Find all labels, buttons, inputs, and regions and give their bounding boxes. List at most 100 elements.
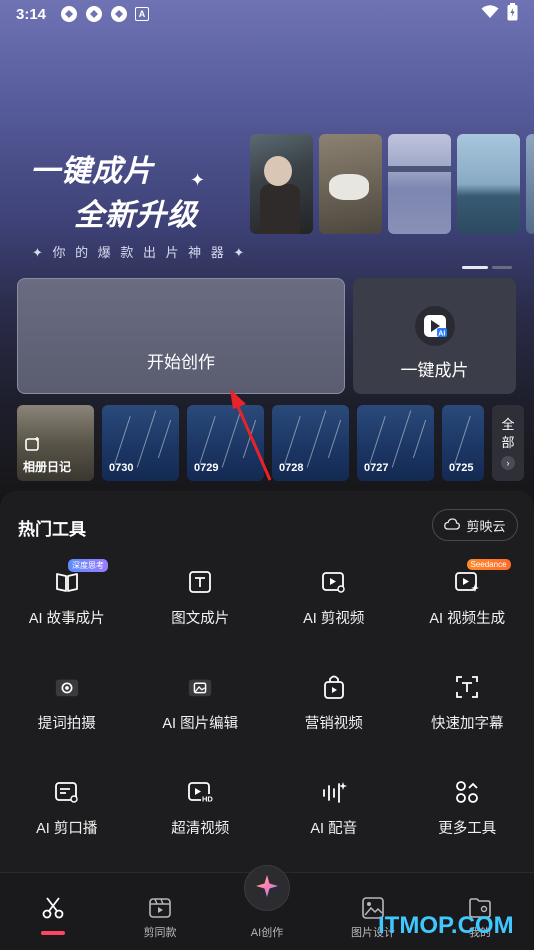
audio-wave-icon <box>321 779 347 805</box>
start-create-label: 开始创作 <box>147 352 215 372</box>
date-label: 0728 <box>279 462 304 474</box>
sparkle-icon: ✦ <box>190 170 206 190</box>
cloud-button[interactable]: 剪映云 <box>432 509 518 541</box>
video-generate-icon <box>454 569 480 595</box>
tool-tag: 深度思考 <box>68 559 108 572</box>
album-icon <box>25 437 41 454</box>
date-label: 0727 <box>364 462 389 474</box>
status-time: 3:14 <box>16 5 47 23</box>
view-all-button[interactable]: 全 部 › <box>492 405 524 481</box>
scissors-icon <box>41 895 65 921</box>
banner-photo-carousel[interactable] <box>250 134 534 234</box>
app-notification-icon <box>110 5 128 23</box>
ai-video-icon: AI <box>414 305 455 346</box>
nav-templates[interactable]: 剪同款 <box>120 873 200 940</box>
tool-ai-script-cut[interactable]: AI 剪口播 <box>0 769 134 874</box>
nav-label: AI创作 <box>250 927 284 939</box>
date-tile[interactable]: 0730 <box>102 405 179 481</box>
tool-label: AI 图片编辑 <box>162 716 239 732</box>
tool-text-to-video[interactable]: 图文成片 <box>134 559 268 664</box>
date-label: 0729 <box>194 462 219 474</box>
view-all-label-1: 全 <box>501 417 515 432</box>
banner-headline[interactable]: 一键成片 全新升级 ✦ 你 的 爆 款 出 片 神 器 ✦ <box>30 146 247 261</box>
template-icon <box>148 895 172 921</box>
banner-photo <box>250 134 313 234</box>
more-tools-icon <box>454 779 480 805</box>
tool-quick-caption[interactable]: 快速加字幕 <box>401 664 534 769</box>
tool-more-tools[interactable]: 更多工具 <box>401 769 534 874</box>
text-frame-icon <box>187 569 213 595</box>
tool-label: AI 剪视频 <box>303 611 365 627</box>
tool-label: 图文成片 <box>171 611 230 627</box>
status-bar: 3:14 A <box>0 0 534 28</box>
banner-title-line2: 全新升级 <box>74 199 198 232</box>
tool-ai-dubbing[interactable]: AI 配音 <box>267 769 401 874</box>
watermark-text: ITMOP.COM <box>378 912 514 939</box>
banner-photo <box>526 134 534 234</box>
carousel-dot <box>492 266 512 269</box>
date-tile[interactable]: 0725 <box>442 405 484 481</box>
tool-label: 超清视频 <box>171 821 230 837</box>
tool-ai-video-generate[interactable]: Seedance AI 视频生成 <box>401 559 534 664</box>
date-label: 0725 <box>449 462 474 474</box>
tool-label: AI 故事成片 <box>28 611 105 627</box>
tool-label: 快速加字幕 <box>431 716 504 732</box>
camera-icon <box>54 674 80 700</box>
hot-tools-panel: 热门工具 剪映云 深度思考 AI 故事成片 图文成片 AI 剪视频 Seedan… <box>0 491 534 881</box>
battery-icon <box>507 3 518 25</box>
album-diary-strip: 相册日记 0730 0729 0728 0727 0725 全 部 › <box>17 405 524 481</box>
tool-label: 提词拍摄 <box>37 716 96 732</box>
banner-photo <box>319 134 382 234</box>
nav-edit[interactable] <box>13 873 93 924</box>
svg-text:HD: HD <box>202 795 213 804</box>
tool-label: AI 视频生成 <box>429 611 506 627</box>
tool-ai-cut[interactable]: AI 剪视频 <box>267 559 401 664</box>
wifi-icon <box>481 5 499 23</box>
svg-text:AI: AI <box>438 330 445 337</box>
tool-teleprompter[interactable]: 提词拍摄 <box>0 664 134 769</box>
album-diary-tile[interactable]: 相册日记 <box>17 405 94 481</box>
view-all-label-2: 部 <box>501 435 515 450</box>
image-edit-icon <box>187 674 213 700</box>
banner-title-line1: 一键成片 <box>30 155 154 188</box>
tool-label: AI 配音 <box>310 821 358 837</box>
date-tile[interactable]: 0727 <box>357 405 434 481</box>
date-tile[interactable]: 0729 <box>187 405 264 481</box>
album-diary-label: 相册日记 <box>23 460 72 474</box>
tool-ai-image-edit[interactable]: AI 图片编辑 <box>134 664 268 769</box>
video-cut-icon <box>321 569 347 595</box>
banner-tagline: ✦ 你 的 爆 款 出 片 神 器 ✦ <box>32 245 248 260</box>
shopping-bag-icon <box>321 674 347 700</box>
tool-ai-story[interactable]: 深度思考 AI 故事成片 <box>0 559 134 664</box>
app-notification-icon <box>60 5 78 23</box>
date-label: 0730 <box>109 462 134 474</box>
indicator-a: A <box>135 7 150 21</box>
cloud-icon <box>444 517 461 533</box>
caption-icon <box>454 674 480 700</box>
tool-label: 更多工具 <box>438 821 497 837</box>
hot-tools-title: 热门工具 <box>18 520 86 539</box>
book-icon <box>54 569 80 595</box>
chevron-right-icon: › <box>501 456 515 470</box>
tool-hd-video[interactable]: HD 超清视频 <box>134 769 268 874</box>
one-key-video-button[interactable]: AI 一键成片 <box>353 278 516 394</box>
cloud-label: 剪映云 <box>466 518 506 534</box>
nav-active-indicator <box>41 931 65 935</box>
carousel-dot-active <box>462 266 488 269</box>
hd-icon: HD <box>187 779 214 805</box>
app-notification-icon <box>85 5 103 23</box>
carousel-indicator <box>462 266 512 269</box>
tool-label: 营销视频 <box>304 716 363 732</box>
banner-photo <box>388 134 451 234</box>
nav-label: 剪同款 <box>143 927 177 939</box>
start-create-button[interactable]: 开始创作 <box>17 278 345 394</box>
script-cut-icon <box>54 779 80 805</box>
tool-label: AI 剪口播 <box>36 821 98 837</box>
tool-tag: Seedance <box>466 559 511 570</box>
date-tile[interactable]: 0728 <box>272 405 349 481</box>
one-key-video-label: 一键成片 <box>400 360 469 380</box>
nav-ai-create[interactable]: AI创作 <box>227 873 307 940</box>
tool-marketing-video[interactable]: 营销视频 <box>267 664 401 769</box>
tools-grid: 深度思考 AI 故事成片 图文成片 AI 剪视频 Seedance AI 视频生… <box>0 559 534 874</box>
banner-photo <box>457 134 520 234</box>
